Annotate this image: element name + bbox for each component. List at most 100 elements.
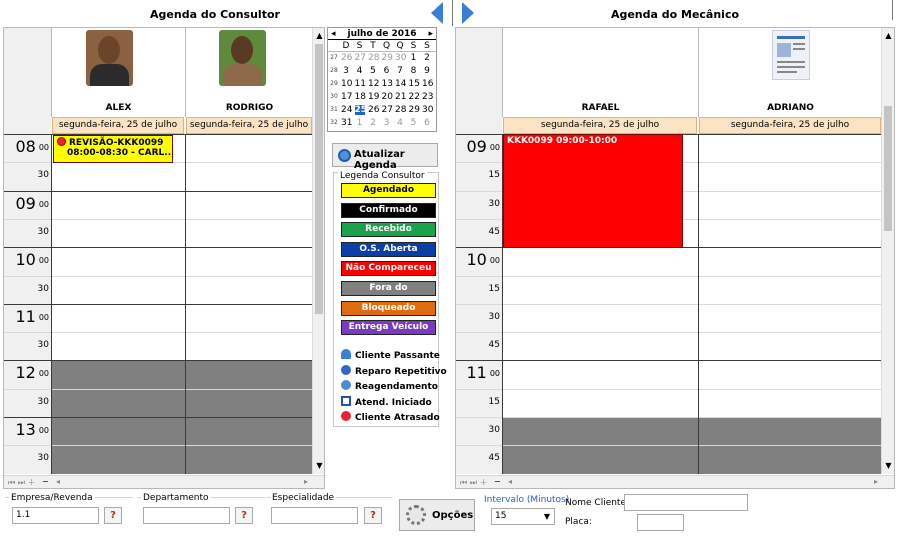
date-header: segunda-feira, 25 de julho xyxy=(52,117,184,134)
calendar-day[interactable]: 29 xyxy=(382,53,393,63)
reschedule-icon xyxy=(341,380,351,391)
calendar-day[interactable]: 27 xyxy=(355,53,366,63)
mecanico-column-adriano[interactable]: ADRIANO xyxy=(698,28,882,117)
service-event[interactable]: KKK0099 09:00-10:00 xyxy=(503,134,683,248)
calendar-day[interactable]: 22 xyxy=(409,92,420,102)
legend-status: Agendado xyxy=(341,183,436,198)
appointment-event[interactable]: REVISÃO-KKK0099 08:00-08:30 - CARL... xyxy=(53,135,173,163)
calendar-day[interactable]: 1 xyxy=(355,118,365,128)
calendar-day[interactable]: 28 xyxy=(368,53,379,63)
calendar-week: 30 17 18 19 20 21 22 23 xyxy=(330,92,434,102)
prev-month-icon[interactable]: ◂ xyxy=(331,28,336,40)
calendar-week: 31 24 25 26 27 28 29 30 xyxy=(330,105,434,115)
calendar-day[interactable]: 25 xyxy=(354,105,367,115)
calendar-day[interactable]: 14 xyxy=(395,79,406,89)
calendar-day[interactable]: 6 xyxy=(422,118,432,128)
calendar-day[interactable]: 21 xyxy=(395,92,406,102)
horizontal-scrollbar[interactable]: ⏮ ⏭ ＋ − ◂ ▸ xyxy=(4,475,324,488)
intervalo-label: Intervalo (Minutos) xyxy=(484,495,570,505)
calendar-week: 28 3 4 5 6 7 8 9 xyxy=(328,66,436,76)
arrow-left-icon[interactable] xyxy=(431,2,443,24)
calendar-day[interactable]: 26 xyxy=(341,53,352,63)
refresh-agenda-button[interactable]: Atualizar Agenda xyxy=(332,143,438,171)
time-label: 11 00 xyxy=(15,306,49,326)
calendar-day[interactable]: 27 xyxy=(382,105,393,115)
consultor-column-rodrigo[interactable]: RODRIGO xyxy=(185,28,313,117)
nome-cliente-input[interactable] xyxy=(624,494,748,511)
calendar-day[interactable]: 16 xyxy=(422,79,433,89)
calendar-day[interactable]: 10 xyxy=(341,79,352,89)
placa-input[interactable] xyxy=(637,514,684,531)
calendar-day[interactable]: 2 xyxy=(422,53,432,63)
avatar xyxy=(219,30,266,86)
calendar-day[interactable]: 12 xyxy=(368,79,379,89)
time-label: 30 xyxy=(37,283,49,294)
placa-label: Placa: xyxy=(565,517,592,527)
calendar-day[interactable]: 3 xyxy=(341,66,351,76)
departamento-lookup-button[interactable]: ? xyxy=(235,507,253,524)
calendar-day[interactable]: 28 xyxy=(395,105,406,115)
calendar-day[interactable]: 20 xyxy=(382,92,393,102)
calendar-day[interactable]: 29 xyxy=(409,105,420,115)
blocked-slot xyxy=(52,445,185,474)
next-month-icon[interactable]: ▸ xyxy=(428,28,433,40)
options-button[interactable]: Opções xyxy=(399,499,475,531)
calendar-day[interactable]: 9 xyxy=(422,66,432,76)
arrow-right-icon[interactable] xyxy=(462,2,474,24)
calendar-day[interactable]: 11 xyxy=(355,79,366,89)
calendar-day[interactable]: 26 xyxy=(368,105,379,115)
time-label: 30 xyxy=(37,170,49,181)
calendar-day[interactable]: 31 xyxy=(341,118,352,128)
consultor-name: ALEX xyxy=(105,103,132,113)
calendar-day[interactable]: 1 xyxy=(409,53,419,63)
calendar-day[interactable]: 8 xyxy=(409,66,419,76)
calendar-day[interactable]: 15 xyxy=(409,79,420,89)
legend-icon-item: Cliente Atrasado xyxy=(341,411,440,424)
mecanico-grid[interactable]: 09 00 15 30 45 10 00 15 30 45 11 00 15 30 45 KKK0099 09… xyxy=(456,134,882,474)
calendar-day[interactable]: 30 xyxy=(422,105,433,115)
calendar-day[interactable]: 5 xyxy=(368,66,378,76)
calendar-day[interactable]: 30 xyxy=(395,53,406,63)
consultor-column-alex[interactable]: ALEX xyxy=(51,28,185,117)
calendar-day[interactable]: 18 xyxy=(355,92,366,102)
empresa-input[interactable]: 1.1 xyxy=(12,507,99,524)
calendar-day[interactable]: 24 xyxy=(341,105,352,115)
horizontal-scrollbar[interactable]: ⏮ ⏭ ＋ − ◂ ▸ xyxy=(456,475,894,488)
departamento-input[interactable] xyxy=(143,507,230,524)
calendar-day[interactable]: 4 xyxy=(355,66,365,76)
calendar-day[interactable]: 4 xyxy=(395,118,405,128)
empresa-lookup-button[interactable]: ? xyxy=(104,507,122,524)
vertical-scrollbar[interactable]: ▲ ▼ xyxy=(312,28,324,474)
calendar-day[interactable]: 5 xyxy=(409,118,419,128)
vertical-scrollbar[interactable]: ▲ ▼ xyxy=(881,28,894,474)
calendar-day[interactable]: 3 xyxy=(382,118,392,128)
consultor-schedule: ALEX RODRIGO segunda-feira, 25 de julho … xyxy=(3,27,325,489)
blocked-slot xyxy=(503,417,698,446)
time-label: 30 xyxy=(37,396,49,407)
chevron-down-icon: ▼ xyxy=(543,512,550,521)
calendar-day[interactable]: 23 xyxy=(422,92,433,102)
consultor-grid[interactable]: 08 00 30 09 00 30 10 00 30 11 00 30 12 00 30 13 00 30 REVI… xyxy=(4,134,313,474)
time-label: 45 xyxy=(488,453,500,464)
blocked-slot xyxy=(186,388,313,417)
blocked-slot xyxy=(52,417,185,446)
person-icon xyxy=(341,349,351,359)
month-calendar[interactable]: ◂ julho de 2016 ▸ D S T Q Q S S 27 26 27 28 29 30 1 2 2… xyxy=(327,27,437,132)
calendar-day[interactable]: 2 xyxy=(368,118,378,128)
blocked-slot xyxy=(52,388,185,417)
time-label: 15 xyxy=(488,396,500,407)
time-label: 12 00 xyxy=(15,363,49,383)
mecanico-column-rafael[interactable]: RAFAEL xyxy=(502,28,698,117)
square-outline-icon xyxy=(341,395,351,406)
especialidade-input[interactable] xyxy=(271,507,358,524)
calendar-day[interactable]: 7 xyxy=(395,66,405,76)
intervalo-select[interactable]: 15 ▼ xyxy=(491,508,555,525)
calendar-day[interactable]: 17 xyxy=(341,92,352,102)
late-clock-icon xyxy=(57,137,66,146)
calendar-day[interactable]: 6 xyxy=(382,66,392,76)
especialidade-lookup-button[interactable]: ? xyxy=(364,507,382,524)
date-header: segunda-feira, 25 de julho xyxy=(503,117,697,134)
calendar-day[interactable]: 19 xyxy=(368,92,379,102)
calendar-day[interactable]: 13 xyxy=(382,79,393,89)
late-clock-icon xyxy=(341,411,351,422)
